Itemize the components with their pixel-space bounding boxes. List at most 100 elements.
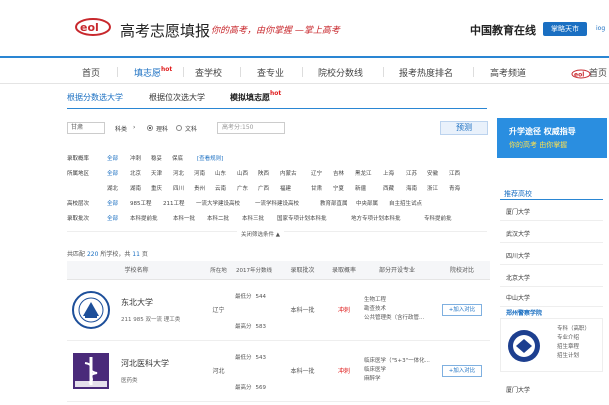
- nav-item-majors[interactable]: 查专业: [257, 66, 284, 79]
- filter-option[interactable]: 地方专项计划本科批: [351, 214, 401, 222]
- filter-option[interactable]: 云南: [215, 184, 226, 192]
- recommended-school[interactable]: 厦门大学: [500, 380, 603, 400]
- filter-option[interactable]: 浙江: [427, 184, 438, 192]
- filter-option[interactable]: 北京: [130, 169, 141, 177]
- nav-item-home[interactable]: 首页: [82, 66, 100, 79]
- recommended-school[interactable]: 厦门大学: [500, 201, 603, 221]
- batch-cell: 本科一批: [277, 279, 328, 341]
- card-link[interactable]: 招生章程: [557, 343, 590, 352]
- card-link[interactable]: 专科（高职）: [557, 325, 590, 334]
- filter-option[interactable]: 江西: [449, 169, 460, 177]
- filter-option[interactable]: 湖北: [107, 184, 118, 192]
- score-label: 最低分: [235, 354, 252, 361]
- filter-option[interactable]: 一流大学建设高校: [196, 199, 240, 207]
- filter-option[interactable]: 专科提前批: [424, 214, 452, 222]
- filter-option[interactable]: 重庆: [151, 184, 162, 192]
- filter-option[interactable]: 全部: [107, 154, 118, 162]
- filter-option[interactable]: 本科一批: [173, 214, 195, 222]
- filter-option[interactable]: 广东: [237, 184, 248, 192]
- filter-option[interactable]: 湖南: [130, 184, 141, 192]
- filter-option[interactable]: 河南: [194, 169, 205, 177]
- filter-option[interactable]: 一流学科建设高校: [255, 199, 299, 207]
- filter-option[interactable]: 陕西: [258, 169, 269, 177]
- filter-option[interactable]: 江苏: [406, 169, 417, 177]
- eol-logo-icon[interactable]: eol: [75, 16, 111, 38]
- filter-option[interactable]: 中央部属: [356, 199, 378, 207]
- promo-banner[interactable]: 升学途径 权威指导 你的高考 由你掌握: [497, 118, 607, 158]
- filter-option[interactable]: 甘肃: [311, 184, 322, 192]
- filter-option[interactable]: 保底: [172, 154, 183, 162]
- filter-option[interactable]: 本科二批: [207, 214, 229, 222]
- filter-option[interactable]: 国家专项计划本科批: [277, 214, 327, 222]
- eol-small-logo-icon[interactable]: eol: [571, 69, 591, 79]
- view-rules-link[interactable]: [查看规则]: [197, 154, 223, 162]
- card-link[interactable]: 专业介绍: [557, 334, 590, 343]
- majors-cell: 临床医学（"5+3"一体化... 临床医学 麻醉学: [360, 340, 434, 402]
- filter-option[interactable]: 新疆: [355, 184, 366, 192]
- predict-button[interactable]: 预测: [440, 121, 488, 135]
- nav-item-fill-application[interactable]: 填志愿hot: [134, 66, 172, 79]
- arts-radio[interactable]: [176, 125, 182, 131]
- tab-mock-application[interactable]: 模拟填志愿hot: [230, 90, 281, 103]
- nav-item-rankings[interactable]: 报考热度排名: [399, 66, 453, 79]
- school-name[interactable]: 东北大学: [121, 297, 153, 308]
- tab-by-score[interactable]: 根据分数选大学: [67, 92, 123, 103]
- filter-option[interactable]: 吉林: [333, 169, 344, 177]
- top-more-link[interactable]: iog: [596, 25, 605, 32]
- recommended-school[interactable]: 武汉大学: [500, 223, 603, 243]
- filter-option[interactable]: 全部: [107, 214, 118, 222]
- filter-option[interactable]: 上海: [383, 169, 394, 177]
- score-value: 543: [255, 354, 267, 361]
- hebei-medical-university-emblem-icon[interactable]: [71, 351, 111, 391]
- count-number: 220: [86, 251, 99, 258]
- add-compare-button[interactable]: +加入对比: [442, 303, 482, 316]
- police-academy-emblem-icon[interactable]: [507, 329, 541, 363]
- northeastern-university-emblem-icon[interactable]: [71, 290, 111, 330]
- school-name[interactable]: 河北医科大学: [121, 358, 169, 369]
- nav-item-score-lines[interactable]: 院校分数线: [318, 66, 363, 79]
- recommended-school[interactable]: 北京大学: [500, 267, 603, 287]
- filter-option[interactable]: 海南: [406, 184, 417, 192]
- science-label: 理科: [156, 126, 169, 133]
- score-input[interactable]: 高考分:150: [217, 122, 285, 134]
- filter-option[interactable]: 广西: [258, 184, 269, 192]
- filter-option[interactable]: 985工程: [130, 199, 152, 207]
- filter-option[interactable]: 黑龙江: [355, 169, 372, 177]
- filter-option[interactable]: 内蒙古: [280, 169, 297, 177]
- filter-option[interactable]: 贵州: [194, 184, 205, 192]
- nav-item-schools[interactable]: 查学校: [195, 66, 222, 79]
- filter-option[interactable]: 本科三批: [242, 214, 264, 222]
- recommended-school[interactable]: 四川大学: [500, 245, 603, 265]
- filter-option[interactable]: 全部: [107, 199, 118, 207]
- nav-item-gaokao-channel[interactable]: 高考频道: [490, 66, 526, 79]
- science-radio[interactable]: [147, 125, 153, 131]
- nav-item-home-right[interactable]: 首页: [589, 66, 607, 79]
- filter-option[interactable]: 211工程: [163, 199, 185, 207]
- province-select[interactable]: 甘肃: [67, 122, 105, 134]
- filter-option[interactable]: 教育部直属: [320, 199, 348, 207]
- recommended-school-name: 四川大学: [506, 253, 531, 260]
- tab-by-rank[interactable]: 根据位次选大学: [149, 92, 205, 103]
- filter-option[interactable]: 西藏: [383, 184, 394, 192]
- filter-option[interactable]: 稳妥: [151, 154, 162, 162]
- filter-option[interactable]: 安徽: [427, 169, 438, 177]
- filter-option[interactable]: 山东: [215, 169, 226, 177]
- filter-option[interactable]: 辽宁: [311, 169, 322, 177]
- filter-option[interactable]: 宁夏: [333, 184, 344, 192]
- brand-name[interactable]: 中国教育在线: [470, 22, 536, 38]
- max-score: 最高分 569: [235, 383, 266, 391]
- filter-option[interactable]: 本科提前批: [130, 214, 158, 222]
- filter-option[interactable]: 青海: [449, 184, 460, 192]
- filter-option[interactable]: 冲刺: [130, 154, 141, 162]
- toggle-filters-button[interactable]: 关闭筛选条件 ▲: [237, 230, 284, 238]
- filter-option[interactable]: 四川: [173, 184, 184, 192]
- filter-option[interactable]: 自主招生试点: [389, 199, 422, 207]
- add-compare-button[interactable]: +加入对比: [442, 364, 482, 377]
- filter-option[interactable]: 山西: [237, 169, 248, 177]
- filter-option[interactable]: 河北: [173, 169, 184, 177]
- filter-option[interactable]: 全部: [107, 169, 118, 177]
- card-link[interactable]: 招生计划: [557, 352, 590, 361]
- top-action-button[interactable]: 掌略天市: [543, 22, 587, 36]
- filter-option[interactable]: 福建: [280, 184, 291, 192]
- filter-option[interactable]: 天津: [151, 169, 162, 177]
